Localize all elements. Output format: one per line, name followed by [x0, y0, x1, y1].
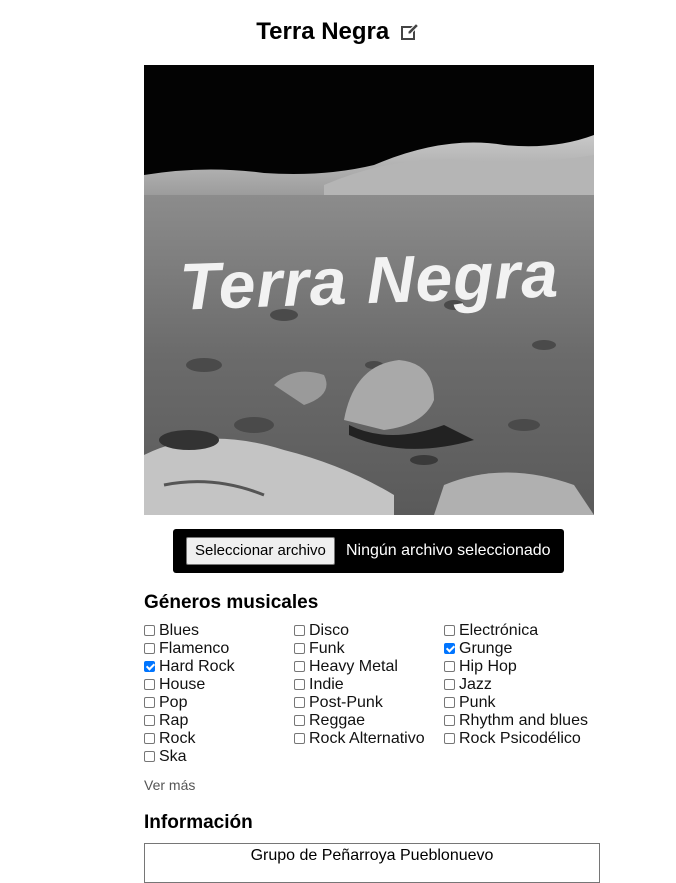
genre-checkbox[interactable]: [144, 625, 155, 636]
info-textarea[interactable]: Grupo de Peñarroya Pueblonuevo: [144, 843, 600, 883]
page-title: Terra Negra: [256, 18, 390, 45]
svg-text:Terra Negra: Terra Negra: [178, 236, 559, 323]
genre-item[interactable]: Hard Rock: [144, 658, 235, 676]
genre-checkbox[interactable]: [444, 661, 455, 672]
genre-label: Punk: [459, 694, 496, 711]
select-file-button[interactable]: Seleccionar archivo: [186, 537, 335, 565]
genre-item[interactable]: Indie: [294, 676, 344, 694]
genre-checkbox[interactable]: [144, 715, 155, 726]
genre-item[interactable]: Punk: [444, 694, 495, 712]
genre-label: Funk: [309, 640, 345, 657]
genre-item[interactable]: Rock: [144, 730, 195, 748]
genre-checkbox[interactable]: [144, 643, 155, 654]
band-cover-image: Terra Negra: [144, 65, 594, 515]
genre-label: Disco: [309, 622, 350, 639]
genre-item[interactable]: Pop: [144, 694, 187, 712]
genre-item[interactable]: Blues: [144, 622, 199, 640]
genre-item[interactable]: Rap: [144, 712, 188, 730]
info-heading: Información: [144, 812, 253, 833]
genre-checkbox[interactable]: [144, 751, 155, 762]
genre-label: Hard Rock: [159, 658, 235, 675]
genre-checkbox[interactable]: [294, 697, 305, 708]
genre-checkbox[interactable]: [294, 733, 305, 744]
genre-label: Reggae: [309, 712, 366, 729]
genre-label: Rock Psicodélico: [459, 730, 581, 747]
genre-item[interactable]: Grunge: [444, 640, 512, 658]
genre-item[interactable]: Ska: [144, 748, 187, 766]
see-more-link[interactable]: Ver más: [144, 777, 195, 793]
edit-icon[interactable]: [400, 22, 420, 42]
genre-label: Post-Punk: [309, 694, 383, 711]
band-logo: Terra Negra: [178, 236, 559, 323]
genre-label: Ska: [159, 748, 187, 765]
genre-item[interactable]: Rhythm and blues: [444, 712, 588, 730]
genre-label: House: [159, 676, 206, 693]
genre-checkbox[interactable]: [144, 733, 155, 744]
genre-checkbox[interactable]: [294, 661, 305, 672]
genre-label: Rhythm and blues: [459, 712, 588, 729]
genre-checkbox[interactable]: [294, 715, 305, 726]
genre-checkbox[interactable]: [444, 679, 455, 690]
genre-label: Rap: [159, 712, 189, 729]
genre-label: Rock: [159, 730, 196, 747]
genre-label: Heavy Metal: [309, 658, 398, 675]
genre-checkbox[interactable]: [444, 733, 455, 744]
genres-heading: Géneros musicales: [144, 592, 319, 613]
genre-item[interactable]: House: [144, 676, 205, 694]
genre-checkbox[interactable]: [294, 679, 305, 690]
genre-label: Electrónica: [459, 622, 539, 639]
genre-item[interactable]: Post-Punk: [294, 694, 383, 712]
genre-item[interactable]: Funk: [294, 640, 345, 658]
genre-label: Jazz: [459, 676, 492, 693]
header: Terra Negra: [0, 18, 676, 46]
genre-item[interactable]: Disco: [294, 622, 349, 640]
genre-checkbox[interactable]: [444, 697, 455, 708]
genre-checkbox[interactable]: [444, 625, 455, 636]
genre-checkbox[interactable]: [144, 697, 155, 708]
genre-item[interactable]: Heavy Metal: [294, 658, 398, 676]
genre-label: Hip Hop: [459, 658, 517, 675]
genre-label: Rock Alternativo: [309, 730, 425, 747]
genre-item[interactable]: Jazz: [444, 676, 492, 694]
genre-item[interactable]: Hip Hop: [444, 658, 517, 676]
genre-label: Indie: [309, 676, 344, 693]
genre-label: Pop: [159, 694, 188, 711]
genre-item[interactable]: Rock Psicodélico: [444, 730, 581, 748]
info-text: Grupo de Peñarroya Pueblonuevo: [250, 847, 494, 864]
genre-checkbox[interactable]: [444, 715, 455, 726]
genre-checkbox[interactable]: [144, 661, 155, 672]
cover-artwork: Terra Negra: [144, 65, 594, 515]
genre-item[interactable]: Rock Alternativo: [294, 730, 425, 748]
genre-checkbox[interactable]: [294, 643, 305, 654]
file-upload-bar: Seleccionar archivo Ningún archivo selec…: [173, 529, 564, 573]
genre-checkbox[interactable]: [444, 643, 455, 654]
genre-label: Flamenco: [159, 640, 230, 657]
genre-label: Blues: [159, 622, 200, 639]
genre-checkbox[interactable]: [294, 625, 305, 636]
file-status-text: Ningún archivo seleccionado: [346, 542, 551, 559]
genre-item[interactable]: Flamenco: [144, 640, 229, 658]
genre-item[interactable]: Reggae: [294, 712, 365, 730]
genre-label: Grunge: [459, 640, 513, 657]
genre-checkbox[interactable]: [144, 679, 155, 690]
genre-item[interactable]: Electrónica: [444, 622, 538, 640]
